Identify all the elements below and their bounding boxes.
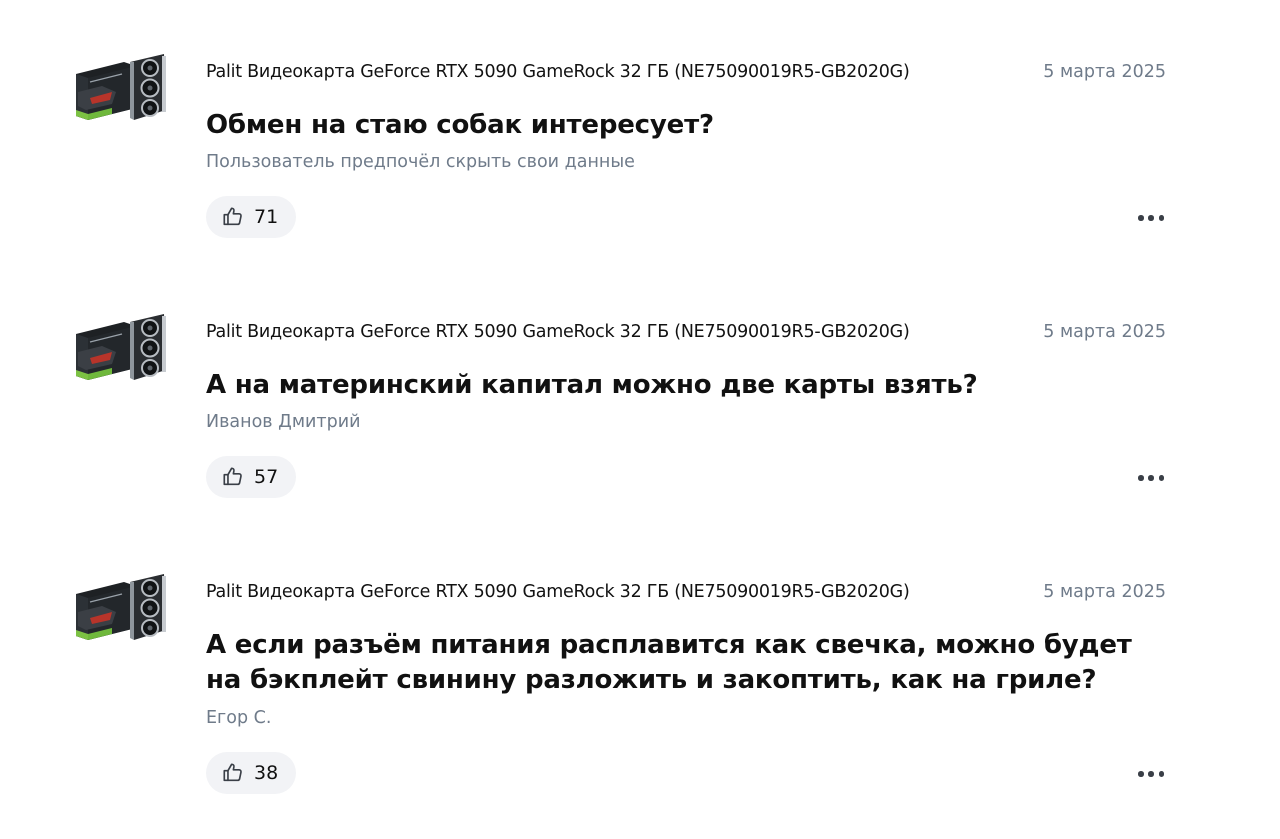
- question-date: 5 марта 2025: [1043, 322, 1166, 342]
- more-options-icon: [1138, 475, 1144, 481]
- author-name: Иванов Дмитрий: [206, 412, 361, 432]
- more-options-button[interactable]: [1136, 759, 1166, 789]
- product-thumbnail[interactable]: [72, 312, 168, 384]
- more-options-icon-dot: [1158, 215, 1164, 221]
- like-button[interactable]: 38: [206, 752, 297, 794]
- more-options-button[interactable]: [1136, 463, 1166, 493]
- thumbs-up-icon: [223, 207, 242, 226]
- more-options-icon: [1138, 215, 1144, 221]
- like-count: 38: [254, 762, 279, 784]
- question-text: А на материнский капитал можно две карты…: [206, 370, 978, 400]
- more-options-icon-dot: [1148, 215, 1154, 221]
- more-options-icon-dot: [1148, 475, 1154, 481]
- thumbs-up-icon: [223, 763, 242, 782]
- product-link[interactable]: Palit Видеокарта GeForce RTX 5090 GameRo…: [206, 60, 910, 84]
- author-name: Егор С.: [206, 708, 272, 728]
- author-name: Пользователь предпочёл скрыть свои данны…: [206, 152, 635, 172]
- like-count: 71: [254, 206, 279, 228]
- more-options-icon-dot: [1158, 771, 1164, 777]
- product-thumbnail[interactable]: [72, 572, 168, 644]
- product-link[interactable]: Palit Видеокарта GeForce RTX 5090 GameRo…: [206, 580, 910, 604]
- more-options-button[interactable]: [1136, 203, 1166, 233]
- product-thumbnail[interactable]: [72, 52, 168, 124]
- question-date: 5 марта 2025: [1043, 582, 1166, 602]
- like-count: 57: [254, 466, 279, 488]
- more-options-icon: [1138, 771, 1144, 777]
- question-date: 5 марта 2025: [1043, 62, 1166, 82]
- more-options-icon-dot: [1158, 475, 1164, 481]
- product-link[interactable]: Palit Видеокарта GeForce RTX 5090 GameRo…: [206, 320, 910, 344]
- more-options-icon-dot: [1148, 771, 1154, 777]
- questions-feed: Palit Видеокарта GeForce RTX 5090 GameRo…: [0, 0, 1280, 839]
- thumbs-up-icon: [223, 467, 242, 486]
- like-button[interactable]: 57: [206, 456, 297, 498]
- question-text: А если разъём питания расплавится как св…: [206, 630, 1132, 695]
- question-text: Обмен на стаю собак интересует?: [206, 110, 714, 140]
- like-button[interactable]: 71: [206, 196, 297, 238]
